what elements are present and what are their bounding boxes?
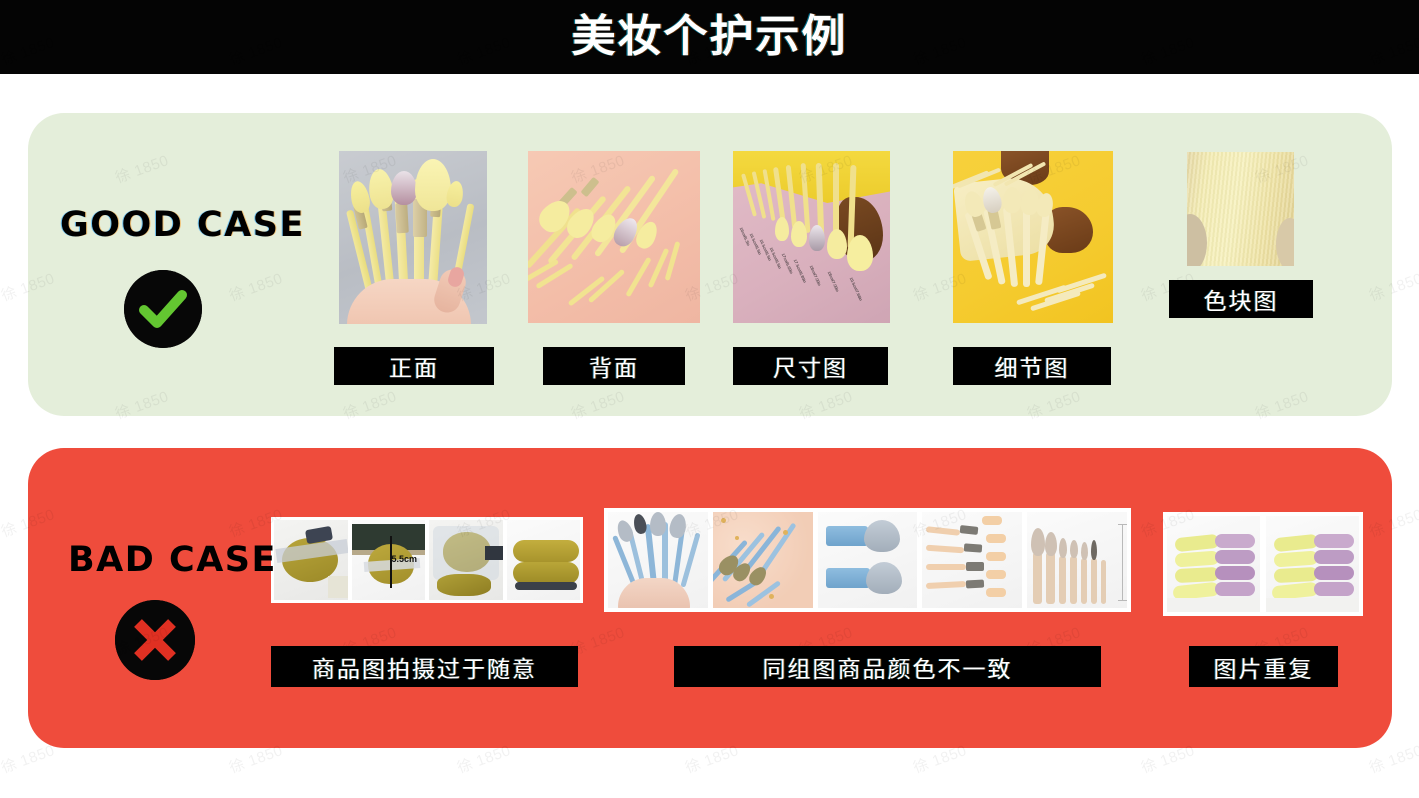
bad-case-heading: BAD CASE <box>68 540 277 580</box>
bad-strip-duplicate <box>1163 512 1363 616</box>
good-label-swatch: 色块图 <box>1169 280 1313 318</box>
bad-label-duplicate: 图片重复 <box>1189 646 1338 687</box>
bad-frame <box>710 512 813 608</box>
cross-circle-icon <box>115 600 195 680</box>
screenshot-root: 美妆个护示例 GOOD CASE 正面 背面 16cm/6.3in 16.5cm… <box>0 0 1419 798</box>
good-label-detail: 细节图 <box>953 347 1111 385</box>
good-label-front: 正面 <box>334 347 494 385</box>
bad-annotation-measure: 5.5cm <box>391 554 418 564</box>
size-caption: 18cm/7.09in <box>826 270 841 293</box>
size-caption: 18cm/7.09in <box>808 264 823 287</box>
page-title: 美妆个护示例 <box>571 11 848 62</box>
good-photo-front <box>339 151 487 324</box>
bad-frame <box>1264 516 1359 612</box>
good-label-size: 尺寸图 <box>733 347 888 385</box>
good-label-back: 背面 <box>543 347 685 385</box>
bad-frame <box>1025 512 1127 608</box>
good-photo-detail <box>953 151 1113 323</box>
size-caption: 17.5cm/6.89in <box>792 258 808 284</box>
bad-frame <box>608 512 708 608</box>
bad-frame <box>427 520 503 600</box>
size-caption: 17cm/6.69in <box>780 252 795 275</box>
bad-label-casual: 商品图拍摄过于随意 <box>271 646 578 687</box>
bad-frame <box>504 520 580 600</box>
bad-frame <box>815 512 918 608</box>
bad-frame <box>1167 516 1260 612</box>
title-bar: 美妆个护示例 <box>0 0 1419 74</box>
good-case-heading: GOOD CASE <box>60 205 305 245</box>
bad-label-mixed-color: 同组图商品颜色不一致 <box>674 646 1101 687</box>
watermark-text: 徐 1850 <box>1367 741 1419 777</box>
bad-frame <box>274 520 348 600</box>
good-photo-swatch <box>1187 152 1294 266</box>
bad-frame: 5.5cm <box>349 520 425 600</box>
good-photo-back <box>528 151 700 323</box>
bad-strip-mixed-color <box>604 508 1131 612</box>
good-photo-size: 16cm/6.3in 16.5cm/6.5in 16.5cm/6.5in 16.… <box>733 151 890 323</box>
bad-frame <box>920 512 1023 608</box>
check-circle-icon <box>124 270 202 348</box>
size-caption: 19.5cm/7.68in <box>848 276 864 302</box>
bad-strip-casual: 5.5cm <box>271 517 583 603</box>
